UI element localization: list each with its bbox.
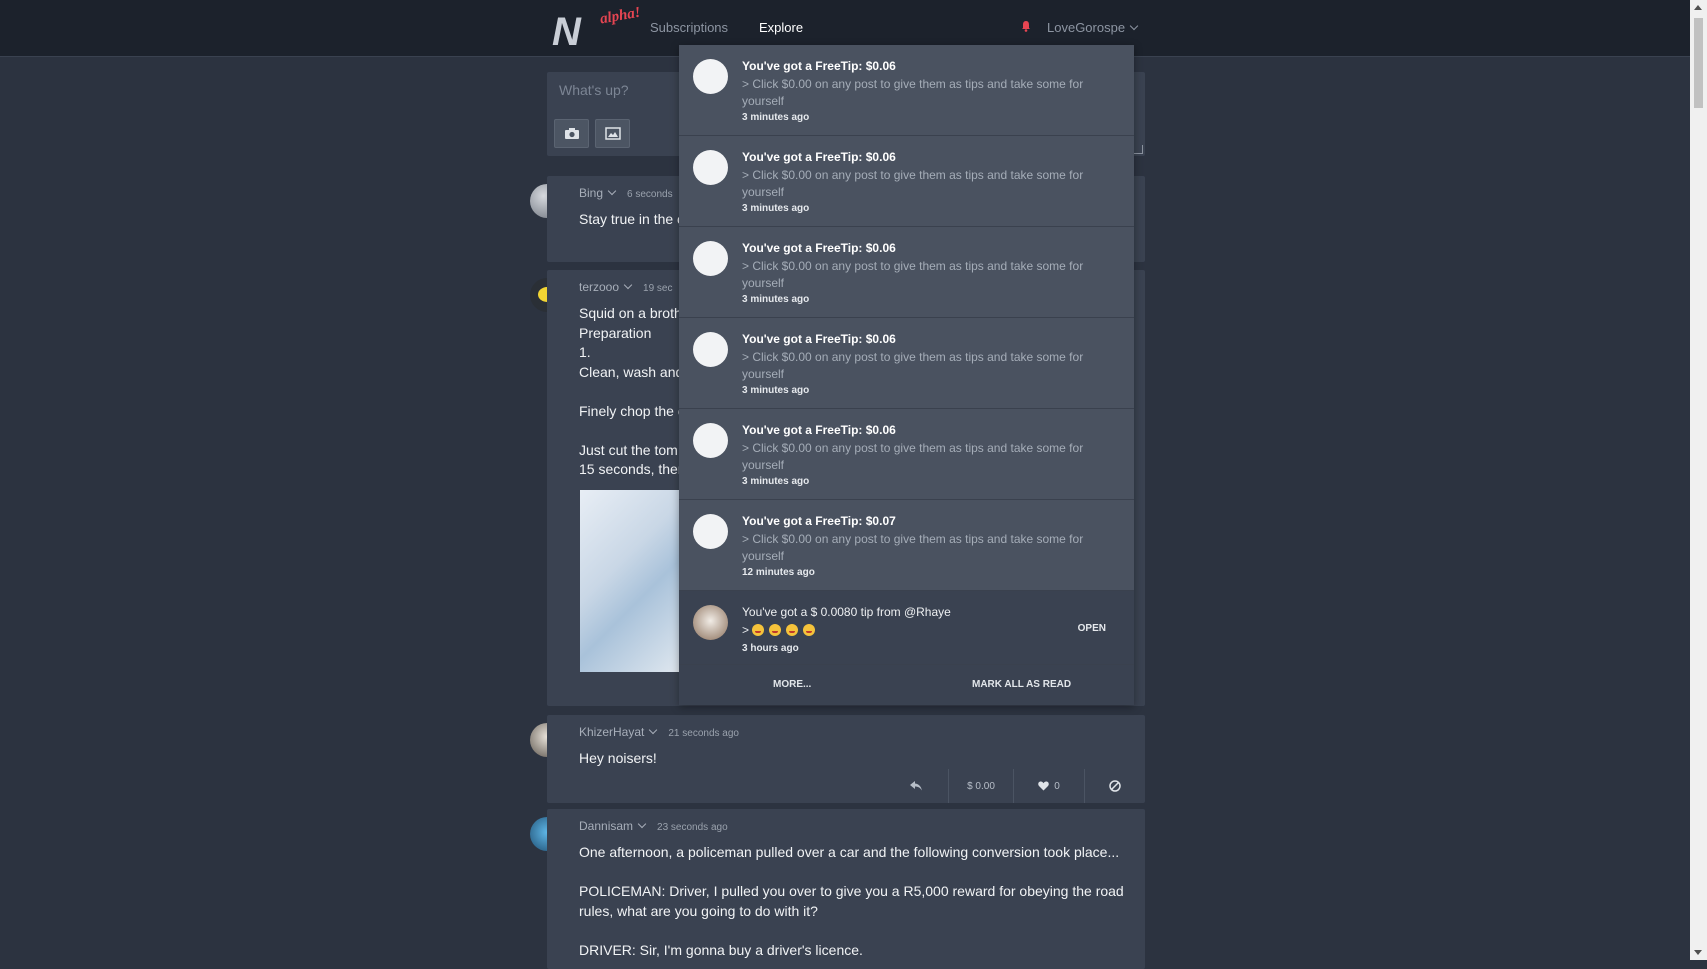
- resize-handle[interactable]: [1134, 145, 1143, 154]
- chevron-down-icon[interactable]: [637, 819, 647, 829]
- notification-time: 3 minutes ago: [742, 294, 810, 305]
- post-author[interactable]: KhizerHayat: [579, 725, 644, 739]
- emoji-icon: [803, 624, 816, 636]
- chevron-down-icon[interactable]: [607, 186, 617, 196]
- notification-message: > Click $0.00 on any post to give them a…: [742, 77, 1084, 108]
- notification-item[interactable]: You've got a FreeTip: $0.06 > Click $0.0…: [679, 318, 1134, 409]
- post-body: One afternoon, a policeman pulled over a…: [579, 844, 1124, 958]
- notification-message: > Click $0.00 on any post to give them a…: [742, 168, 1084, 199]
- notification-message: > Click $0.00 on any post to give them a…: [742, 350, 1084, 381]
- post-time: 19 sec: [643, 283, 673, 294]
- like-count: 0: [1054, 780, 1060, 792]
- notification-message: >: [742, 622, 1092, 639]
- reply-button[interactable]: [884, 769, 948, 803]
- notification-avatar: [693, 150, 728, 185]
- heart-icon: [1038, 781, 1049, 791]
- post-card: Dannisam 23 seconds ago One afternoon, a …: [547, 809, 1145, 969]
- composer-input[interactable]: What's up?: [559, 82, 629, 98]
- username: LoveGorospe: [1047, 20, 1126, 35]
- post-image[interactable]: [580, 490, 680, 672]
- like-button[interactable]: 0: [1013, 769, 1084, 803]
- notification-time: 3 minutes ago: [742, 476, 810, 487]
- notification-avatar: [693, 332, 728, 367]
- chevron-down-icon[interactable]: [649, 725, 658, 735]
- notification-title: You've got a $ 0.0080 tip from @Rhaye: [742, 605, 951, 619]
- post-author[interactable]: Dannisam: [579, 819, 633, 833]
- notification-message: > Click $0.00 on any post to give them a…: [742, 532, 1084, 563]
- notification-time: 12 minutes ago: [742, 567, 815, 578]
- emoji-icon: [786, 624, 799, 636]
- notification-message-text: >: [742, 623, 750, 637]
- notification-time: 3 minutes ago: [742, 112, 810, 123]
- scroll-down-icon[interactable]: [1694, 950, 1702, 955]
- notification-avatar: [693, 241, 728, 276]
- post-body: Stay true in the c: [579, 211, 685, 227]
- post-card: KhizerHayat 21 seconds ago Hey noisers! $…: [547, 715, 1145, 803]
- notification-item[interactable]: You've got a FreeTip: $0.06 > Click $0.0…: [679, 45, 1134, 136]
- image-icon: [604, 127, 621, 140]
- notification-title: You've got a FreeTip: $0.06: [742, 59, 896, 73]
- nav-explore[interactable]: Explore: [759, 20, 803, 35]
- open-button[interactable]: OPEN: [1078, 623, 1106, 634]
- post-time: 23 seconds ago: [657, 822, 728, 833]
- block-button[interactable]: [1084, 769, 1145, 803]
- notification-title: You've got a FreeTip: $0.07: [742, 514, 896, 528]
- notification-message: > Click $0.00 on any post to give them a…: [742, 259, 1084, 290]
- scroll-up-icon[interactable]: [1694, 5, 1702, 10]
- notification-item[interactable]: You've got a $ 0.0080 tip from @Rhaye > …: [679, 591, 1134, 665]
- notification-item[interactable]: You've got a FreeTip: $0.06 > Click $0.0…: [679, 136, 1134, 227]
- logo[interactable]: N alpha!: [552, 5, 642, 54]
- emoji-icon: [752, 624, 765, 636]
- chevron-down-icon: [1129, 21, 1139, 31]
- nav-subscriptions[interactable]: Subscriptions: [650, 20, 728, 35]
- image-upload-button[interactable]: [595, 119, 630, 148]
- post-header: Dannisam 23 seconds ago: [579, 819, 728, 833]
- logo-tag: alpha!: [598, 4, 642, 28]
- post-header: KhizerHayat 21 seconds ago: [579, 725, 739, 739]
- notification-title: You've got a FreeTip: $0.06: [742, 423, 896, 437]
- notification-item[interactable]: You've got a FreeTip: $0.06 > Click $0.0…: [679, 227, 1134, 318]
- more-button[interactable]: MORE...: [773, 679, 811, 690]
- scrollbar-thumb[interactable]: [1694, 18, 1703, 108]
- notification-time: 3 minutes ago: [742, 385, 810, 396]
- notification-title: You've got a FreeTip: $0.06: [742, 332, 896, 346]
- logo-letter: N: [552, 10, 581, 54]
- notification-title: You've got a FreeTip: $0.06: [742, 150, 896, 164]
- reply-icon: [910, 781, 922, 791]
- notification-title: You've got a FreeTip: $0.06: [742, 241, 896, 255]
- notification-time: 3 minutes ago: [742, 203, 810, 214]
- notification-item[interactable]: You've got a FreeTip: $0.07 > Click $0.0…: [679, 500, 1134, 591]
- notification-avatar: [693, 59, 728, 94]
- camera-icon: [564, 128, 579, 139]
- notification-item[interactable]: You've got a FreeTip: $0.06 > Click $0.0…: [679, 409, 1134, 500]
- mark-all-read-button[interactable]: MARK ALL AS READ: [972, 679, 1071, 690]
- notification-time: 3 hours ago: [742, 643, 799, 654]
- notification-avatar: [693, 423, 728, 458]
- emoji-icon: [769, 624, 782, 636]
- post-time: 21 seconds ago: [668, 728, 739, 739]
- post-author[interactable]: Bing: [579, 186, 603, 200]
- user-menu[interactable]: LoveGorospe: [1047, 20, 1139, 35]
- block-icon: [1109, 780, 1121, 792]
- notification-avatar: [693, 605, 728, 640]
- post-author[interactable]: terzooo: [579, 280, 619, 294]
- notification-message: > Click $0.00 on any post to give them a…: [742, 441, 1084, 472]
- post-header: Bing 6 seconds: [579, 186, 673, 200]
- post-body: Squid on a broth Preparation 1. Clean, w…: [579, 305, 685, 477]
- notifications-dropdown: You've got a FreeTip: $0.06 > Click $0.0…: [679, 45, 1134, 705]
- bell-icon[interactable]: [1020, 20, 1032, 32]
- dropdown-footer: MORE... MARK ALL AS READ: [679, 665, 1134, 705]
- post-header: terzooo 19 sec: [579, 280, 673, 294]
- post-body: Hey noisers!: [579, 750, 657, 766]
- notification-avatar: [693, 514, 728, 549]
- scrollbar[interactable]: [1690, 0, 1707, 960]
- post-actions: $ 0.00 0: [884, 769, 1145, 803]
- chevron-down-icon[interactable]: [623, 280, 633, 290]
- post-time: 6 seconds: [627, 189, 673, 200]
- camera-button[interactable]: [554, 119, 589, 148]
- tip-button[interactable]: $ 0.00: [948, 769, 1013, 803]
